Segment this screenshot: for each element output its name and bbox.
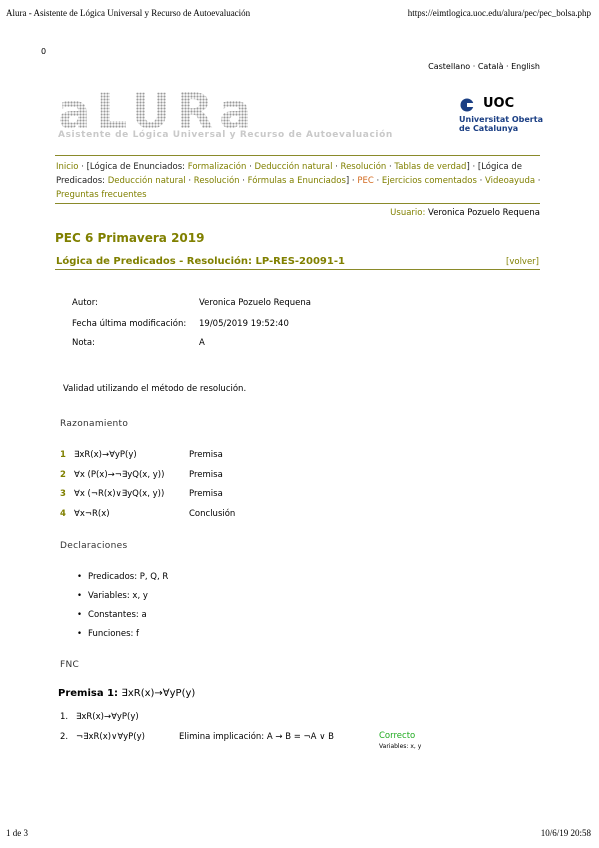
row-number: 3 — [60, 489, 66, 499]
uoc-logo[interactable]: UOC Universitat Oberta de Catalunya — [459, 96, 549, 138]
divider — [55, 155, 540, 156]
step-formula: ∃xR(x)→∀yP(y) — [76, 712, 139, 722]
instruction-text: Validad utilizando el método de resoluci… — [63, 384, 247, 394]
lang-castellano-link[interactable]: Castellano — [428, 62, 470, 71]
nav-sep: · — [537, 176, 541, 186]
print-header-url: https://eimtlogica.uoc.edu/alura/pec/pec… — [407, 8, 591, 18]
print-header-title: Alura - Asistente de Lógica Universal y … — [6, 8, 251, 18]
formula: ∀x (¬R(x)∨∃yQ(x, y)) — [74, 489, 165, 499]
nav-sep: · — [389, 162, 392, 172]
nav-formulas-link[interactable]: Fórmulas a Enunciados — [248, 176, 346, 186]
fecha-value: 19/05/2019 19:52:40 — [199, 319, 289, 329]
nav-ejercicios-link[interactable]: Ejercicios comentados — [382, 176, 477, 186]
nav-sep: · — [335, 162, 338, 172]
nav-tablas-link[interactable]: Tablas de verdad — [394, 162, 466, 172]
nav-sep: · — [376, 176, 380, 186]
step-rule: Elimina implicación: A → B = ¬A ∨ B — [179, 732, 334, 742]
nota-label: Nota: — [72, 338, 95, 348]
user-label: Usuario: — [390, 208, 426, 218]
list-item: Variables: x, y — [77, 591, 148, 601]
nav-pec-link[interactable]: PEC — [357, 176, 373, 186]
justification: Premisa — [189, 489, 223, 499]
autor-value: Veronica Pozuelo Requena — [199, 298, 311, 308]
list-item: Predicados: P, Q, R — [77, 572, 168, 582]
step-variables: Variables: x, y — [379, 743, 422, 750]
lang-english-link[interactable]: English — [511, 62, 540, 71]
user-name: Veronica Pozuelo Requena — [428, 208, 540, 218]
nav-close: ] — [466, 162, 470, 172]
page-counter: 0 — [41, 47, 47, 56]
page-title: PEC 6 Primavera 2019 — [55, 231, 205, 245]
uoc-mark-icon — [460, 98, 479, 112]
formula: ∀x (P(x)→¬∃yQ(x, y)) — [74, 470, 165, 480]
uoc-line2: de Catalunya — [459, 124, 519, 133]
uoc-name: UOC — [483, 96, 515, 111]
section-title: Lógica de Predicados - Resolución: LP-RE… — [56, 256, 345, 267]
language-selector: Castellano · Català · English — [428, 62, 540, 71]
uoc-line1: Universitat Oberta — [459, 115, 543, 124]
fnc-heading: FNC — [60, 660, 80, 670]
row-number: 4 — [60, 509, 66, 519]
step-number: 2. — [60, 732, 69, 742]
lang-separator: · — [503, 62, 512, 71]
divider — [55, 203, 540, 204]
list-item: Constantes: a — [77, 610, 147, 620]
premisa-heading: Premisa 1: ∃xR(x)→∀yP(y) — [58, 688, 195, 699]
print-date: 10/6/19 20:58 — [540, 828, 591, 838]
declaraciones-heading: Declaraciones — [60, 541, 128, 551]
nav-inicio-link[interactable]: Inicio — [56, 162, 79, 172]
list-item: Funciones: f — [77, 629, 139, 639]
fecha-label: Fecha última modificación: — [72, 319, 187, 329]
print-page-number: 1 de 3 — [6, 828, 28, 838]
step-status: Correcto — [379, 731, 416, 741]
nav-resolucion2-link[interactable]: Resolución — [194, 176, 240, 186]
step-number: 1. — [60, 712, 69, 722]
justification: Premisa — [189, 450, 223, 460]
user-info: Usuario: Veronica Pozuelo Requena — [390, 208, 540, 218]
premisa-label: Premisa 1: — [58, 688, 119, 699]
nav-sep: · — [188, 176, 192, 186]
nav-sep: · — [242, 176, 245, 186]
nav-sep: · — [81, 162, 84, 172]
justification: Premisa — [189, 470, 223, 480]
formula: ∀x¬R(x) — [74, 509, 110, 519]
alura-logo-subtitle: Asistente de Lógica Universal y Recurso … — [58, 130, 393, 140]
lang-separator: · — [470, 62, 478, 71]
autor-label: Autor: — [72, 298, 98, 308]
premisa-formula: ∃xR(x)→∀yP(y) — [121, 688, 196, 699]
justification: Conclusión — [189, 509, 236, 519]
formula: ∃xR(x)→∀yP(y) — [74, 450, 137, 460]
row-number: 2 — [60, 470, 66, 480]
nota-value: A — [199, 338, 205, 348]
nav-videoayuda-link[interactable]: Videoayuda — [485, 176, 535, 186]
nav-preguntas-link[interactable]: Preguntas frecuentes — [56, 190, 147, 200]
step-formula: ¬∃xR(x)∨∀yP(y) — [76, 732, 145, 742]
nav-sep: · — [479, 176, 483, 186]
lang-catala-link[interactable]: Català — [478, 62, 504, 71]
nav-sep: · — [351, 176, 355, 186]
nav-sep: · — [472, 162, 476, 172]
razonamiento-heading: Razonamiento — [60, 419, 129, 429]
nav-formalizacion-link[interactable]: Formalización — [188, 162, 247, 172]
nav-logica-enunciados: [Lógica de Enunciados: — [86, 162, 186, 172]
nav-close: ] — [345, 176, 350, 186]
divider — [55, 269, 540, 270]
volver-link[interactable]: [volver] — [506, 257, 539, 267]
nav-deduccion-natural-link[interactable]: Deducción natural — [255, 162, 333, 172]
nav-resolucion-link[interactable]: Resolución — [341, 162, 387, 172]
nav-deduccion-natural2-link[interactable]: Deducción natural — [108, 176, 186, 186]
row-number: 1 — [60, 450, 66, 460]
nav-sep: · — [249, 162, 252, 172]
main-nav: Inicio · [Lógica de Enunciados: Formaliz… — [56, 160, 541, 202]
